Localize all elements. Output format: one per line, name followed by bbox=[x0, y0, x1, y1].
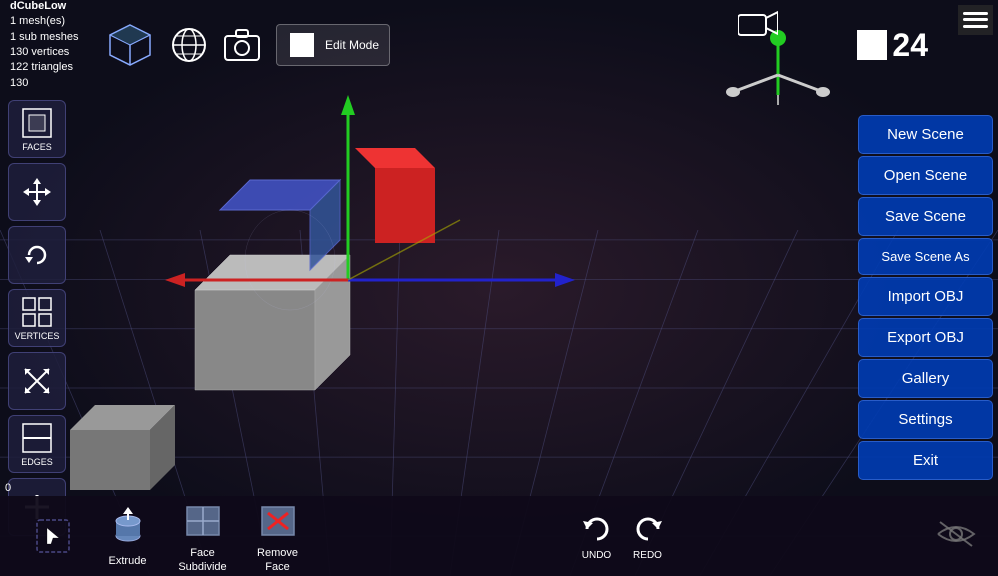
rotate-tool-btn[interactable] bbox=[8, 226, 66, 284]
screenshot-btn[interactable] bbox=[223, 28, 261, 62]
move-icon bbox=[21, 176, 53, 208]
faces-label: FACES bbox=[22, 142, 52, 152]
top-toolbar: dCubeLow 1 mesh(es) 1 sub meshes 130 ver… bbox=[0, 0, 998, 90]
extra-count: 130 bbox=[10, 76, 90, 91]
ham-line-2 bbox=[963, 18, 988, 21]
move-tool-btn[interactable] bbox=[8, 163, 66, 221]
globe-icon bbox=[170, 26, 208, 64]
remove-face-label: Remove Face bbox=[245, 547, 310, 573]
bottom-toolbar: Extrude Face Subdivide Remove Face bbox=[0, 496, 998, 576]
edges-icon bbox=[21, 422, 53, 454]
save-scene-as-btn[interactable]: Save Scene As bbox=[858, 238, 993, 275]
sub-mesh-count: 1 sub meshes bbox=[10, 30, 90, 45]
edit-mode-label: Edit Mode bbox=[325, 38, 379, 52]
import-obj-btn[interactable]: Import OBJ bbox=[858, 277, 993, 316]
screenshot-icon bbox=[223, 28, 261, 62]
object-icon-btn[interactable] bbox=[105, 20, 155, 70]
red-box bbox=[375, 168, 435, 243]
camera-icon bbox=[738, 10, 778, 38]
settings-btn[interactable]: Settings bbox=[858, 400, 993, 439]
ham-line-1 bbox=[963, 12, 988, 15]
redo-btn[interactable]: REDO bbox=[630, 511, 666, 561]
edit-mode-icon bbox=[287, 30, 317, 60]
vertices-label: VERTICES bbox=[15, 331, 60, 341]
redo-icon bbox=[630, 511, 666, 547]
rotate-icon bbox=[21, 239, 53, 271]
faces-icon bbox=[21, 107, 53, 139]
frame-number: 24 bbox=[892, 27, 928, 64]
select-tool-btn[interactable] bbox=[20, 514, 85, 559]
cube-icon bbox=[105, 20, 155, 70]
select-icon bbox=[30, 514, 75, 559]
extrude-icon bbox=[105, 506, 150, 551]
open-scene-btn[interactable]: Open Scene bbox=[858, 156, 993, 195]
gallery-btn[interactable]: Gallery bbox=[858, 359, 993, 398]
remove-face-tool-btn[interactable]: Remove Face bbox=[245, 498, 310, 573]
undo-icon bbox=[579, 511, 615, 547]
face-subdivide-tool-btn[interactable]: Face Subdivide bbox=[170, 498, 235, 573]
extrude-label: Extrude bbox=[109, 555, 147, 567]
frame-box bbox=[857, 30, 887, 60]
frame-counter: 24 bbox=[857, 27, 928, 64]
visibility-icon bbox=[934, 518, 978, 550]
left-toolbar: FACES VERTICES bbox=[8, 100, 66, 536]
extrude-tool-btn[interactable]: Extrude bbox=[95, 506, 160, 567]
edges-tool-btn[interactable]: EDGES bbox=[8, 415, 66, 473]
export-obj-btn[interactable]: Export OBJ bbox=[858, 318, 993, 357]
globe-btn[interactable] bbox=[170, 26, 208, 64]
edit-mode-btn[interactable]: Edit Mode bbox=[276, 24, 390, 66]
vertices-tool-btn[interactable]: VERTICES bbox=[8, 289, 66, 347]
new-scene-btn[interactable]: New Scene bbox=[858, 115, 993, 154]
ham-line-3 bbox=[963, 25, 988, 28]
face-subdivide-label: Face Subdivide bbox=[170, 547, 235, 573]
camera-btn[interactable] bbox=[738, 10, 778, 45]
edges-label: EDGES bbox=[21, 457, 53, 467]
remove-face-icon bbox=[255, 498, 300, 543]
right-menu: New Scene Open Scene Save Scene Save Sce… bbox=[853, 110, 998, 485]
undo-label: UNDO bbox=[582, 550, 611, 561]
scale-tool-btn[interactable] bbox=[8, 352, 66, 410]
redo-label: REDO bbox=[633, 550, 662, 561]
mesh-count: 1 mesh(es) bbox=[10, 14, 90, 29]
scale-icon bbox=[21, 365, 53, 397]
vertices-icon bbox=[21, 296, 53, 328]
face-subdivide-icon bbox=[180, 498, 225, 543]
visibility-toggle-btn[interactable] bbox=[934, 518, 978, 555]
info-panel: dCubeLow 1 mesh(es) 1 sub meshes 130 ver… bbox=[10, 0, 90, 91]
exit-btn[interactable]: Exit bbox=[858, 441, 993, 480]
save-scene-btn[interactable]: Save Scene bbox=[858, 197, 993, 236]
undo-redo-group: UNDO REDO bbox=[320, 511, 924, 561]
coords-display: 0 bbox=[5, 482, 11, 494]
hamburger-menu-btn[interactable] bbox=[958, 5, 993, 35]
triangle-count: 122 triangles bbox=[10, 60, 90, 75]
vertex-count: 130 vertices bbox=[10, 45, 90, 60]
faces-tool-btn[interactable]: FACES bbox=[8, 100, 66, 158]
undo-btn[interactable]: UNDO bbox=[579, 511, 615, 561]
object-name: dCubeLow bbox=[10, 0, 90, 14]
